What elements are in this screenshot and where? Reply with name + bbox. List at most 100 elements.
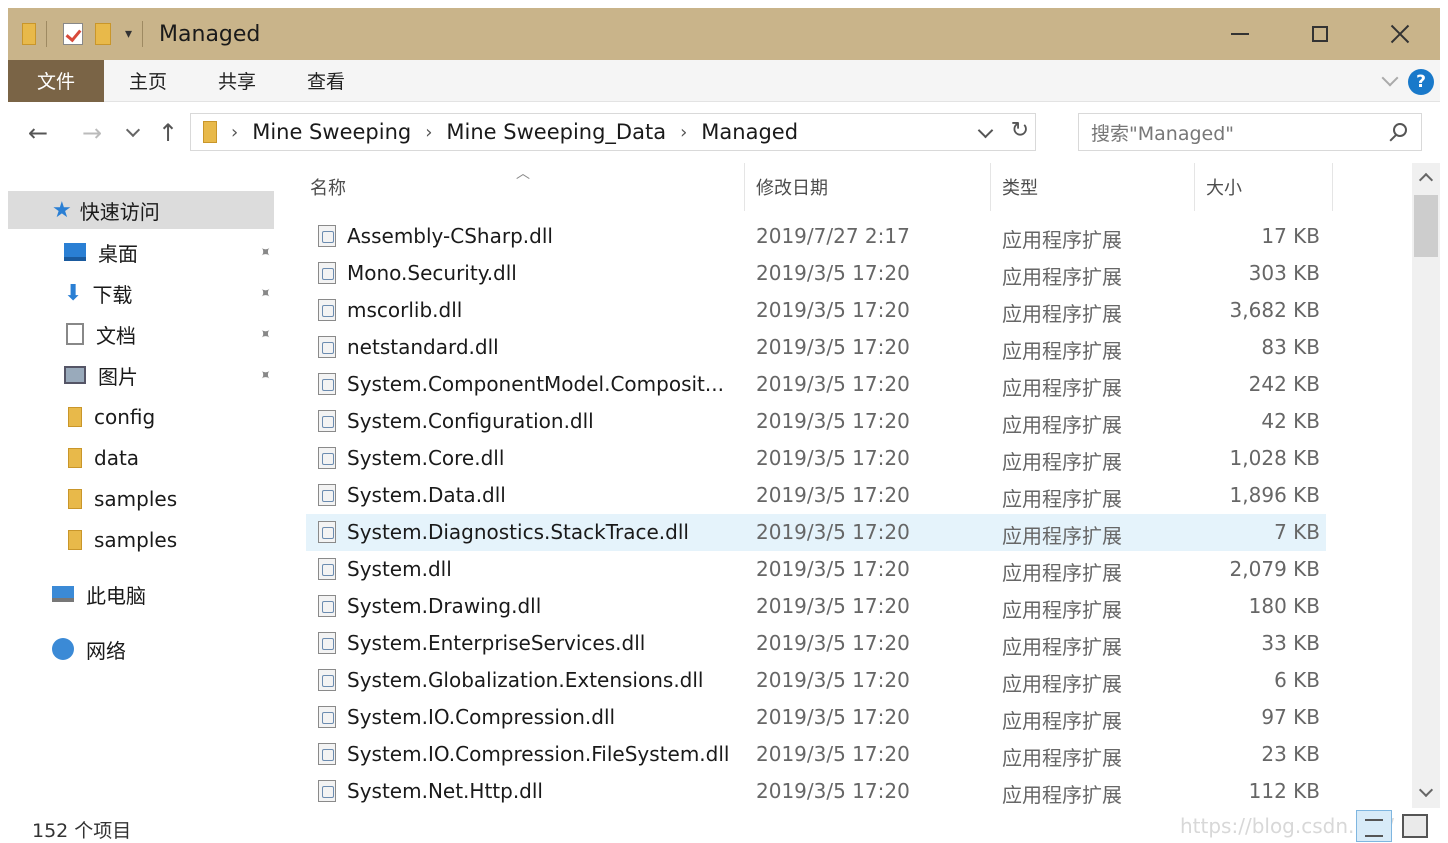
file-name: System.Net.Http.dll — [347, 779, 543, 803]
file-row[interactable]: System.Net.Http.dll 2019/3/5 17:20 应用程序扩展 1… — [306, 773, 1326, 808]
help-icon[interactable]: ? — [1408, 69, 1434, 95]
refresh-icon[interactable]: ↻ — [1011, 118, 1029, 143]
address-dropdown-icon[interactable] — [977, 122, 994, 139]
column-header-type[interactable]: 类型 — [1002, 163, 1038, 211]
maximize-button[interactable] — [1280, 8, 1360, 60]
network-icon — [52, 638, 74, 660]
pin-icon[interactable]: ✦ — [255, 241, 277, 263]
sidebar-item-pictures[interactable]: 图片 ✦ — [8, 356, 277, 394]
sidebar-item-network[interactable]: 网络 — [8, 630, 274, 668]
column-divider[interactable] — [744, 163, 745, 211]
sidebar-item-desktop[interactable]: 桌面 ✦ — [8, 233, 277, 271]
search-icon[interactable] — [1393, 123, 1407, 137]
file-type: 应用程序扩展 — [1002, 672, 1122, 696]
customize-quick-access-icon[interactable]: ▾ — [125, 26, 132, 42]
file-row[interactable]: System.IO.Compression.FileSystem.dll 2019… — [306, 736, 1326, 773]
file-row[interactable]: System.Globalization.Extensions.dll 2019/… — [306, 662, 1326, 699]
pin-icon[interactable]: ✦ — [255, 323, 277, 345]
details-view-icon[interactable] — [1356, 810, 1392, 842]
sidebar-item-data[interactable]: data — [8, 439, 274, 477]
file-date: 2019/3/5 17:20 — [756, 742, 910, 766]
close-icon — [1390, 24, 1410, 44]
file-size: 83 KB — [1261, 335, 1320, 359]
column-header-size[interactable]: 大小 — [1206, 163, 1242, 211]
scrollbar-thumb[interactable] — [1414, 195, 1438, 257]
forward-arrow-icon[interactable]: → — [82, 119, 102, 147]
dll-file-icon — [318, 706, 336, 728]
close-button[interactable] — [1360, 8, 1440, 60]
scroll-up-icon[interactable] — [1418, 172, 1434, 188]
sidebar-item-documents[interactable]: 文档 ✦ — [8, 315, 277, 353]
desktop-icon — [64, 243, 86, 261]
breadcrumb-item[interactable]: Mine Sweeping — [252, 120, 411, 144]
pin-icon[interactable]: ✦ — [255, 282, 277, 304]
sidebar-item-label: 桌面 — [98, 241, 138, 266]
tab-file[interactable]: 文件 — [8, 59, 104, 102]
file-row[interactable]: mscorlib.dll 2019/3/5 17:20 应用程序扩展 3,682 KB — [306, 292, 1326, 329]
up-arrow-icon[interactable]: ↑ — [158, 119, 178, 147]
tab-share[interactable]: 共享 — [192, 60, 282, 102]
file-row[interactable]: System.Diagnostics.StackTrace.dll 2019/3/… — [306, 514, 1326, 551]
file-row[interactable]: System.Data.dll 2019/3/5 17:20 应用程序扩展 1,896… — [306, 477, 1326, 514]
file-row[interactable]: netstandard.dll 2019/3/5 17:20 应用程序扩展 83 KB — [306, 329, 1326, 366]
dll-file-icon — [318, 558, 336, 580]
file-date: 2019/3/5 17:20 — [756, 705, 910, 729]
file-date: 2019/3/5 17:20 — [756, 446, 910, 470]
recent-locations-chevron-icon[interactable] — [125, 122, 141, 138]
file-row[interactable]: System.Configuration.dll 2019/3/5 17:20 应用… — [306, 403, 1326, 440]
file-row[interactable]: System.dll 2019/3/5 17:20 应用程序扩展 2,079 KB — [306, 551, 1326, 588]
file-date: 2019/3/5 17:20 — [756, 520, 910, 544]
sidebar-item-samples[interactable]: samples — [8, 521, 274, 559]
file-size: 1,028 KB — [1229, 446, 1320, 470]
file-row[interactable]: System.Drawing.dll 2019/3/5 17:20 应用程序扩展 18… — [306, 588, 1326, 625]
file-row[interactable]: System.IO.Compression.dll 2019/3/5 17:20 应… — [306, 699, 1326, 736]
file-name: System.Core.dll — [347, 446, 505, 470]
file-name: Assembly-CSharp.dll — [347, 224, 553, 248]
breadcrumb-item[interactable]: Mine Sweeping_Data — [446, 120, 666, 144]
back-arrow-icon[interactable]: ← — [28, 119, 48, 147]
file-date: 2019/3/5 17:20 — [756, 779, 910, 803]
pin-icon[interactable]: ✦ — [255, 364, 277, 386]
file-row[interactable]: Assembly-CSharp.dll 2019/7/27 2:17 应用程序扩展 1… — [306, 218, 1326, 255]
breadcrumb-separator-icon[interactable]: › — [231, 122, 238, 143]
sidebar-item-config[interactable]: config — [8, 398, 274, 436]
sidebar-item-downloads[interactable]: ⬇ 下载 ✦ — [8, 274, 277, 312]
expand-ribbon-icon[interactable] — [1381, 69, 1399, 87]
file-row[interactable]: System.EnterpriseServices.dll 2019/3/5 17… — [306, 625, 1326, 662]
column-header-name[interactable]: 名称 — [310, 163, 346, 211]
file-row[interactable]: System.ComponentModel.Composit... 2019/3/… — [306, 366, 1326, 403]
search-input[interactable]: 搜索"Managed" — [1078, 113, 1422, 151]
column-header-date[interactable]: 修改日期 — [756, 163, 828, 211]
dll-file-icon — [318, 299, 336, 321]
properties-icon[interactable] — [63, 23, 83, 45]
file-name: System.EnterpriseServices.dll — [347, 631, 646, 655]
large-icons-view-icon[interactable] — [1402, 814, 1428, 838]
new-folder-icon[interactable] — [95, 23, 111, 45]
minimize-button[interactable] — [1200, 8, 1280, 60]
file-type: 应用程序扩展 — [1002, 709, 1122, 733]
file-date: 2019/3/5 17:20 — [756, 594, 910, 618]
vertical-scrollbar[interactable] — [1412, 163, 1440, 808]
file-name: System.Drawing.dll — [347, 594, 542, 618]
file-date: 2019/3/5 17:20 — [756, 261, 910, 285]
dll-file-icon — [318, 521, 336, 543]
download-icon: ⬇ — [64, 280, 83, 306]
column-divider[interactable] — [990, 163, 991, 211]
dll-file-icon — [318, 336, 336, 358]
column-divider[interactable] — [1332, 163, 1333, 211]
sidebar-item-this-pc[interactable]: 此电脑 — [8, 575, 274, 613]
column-divider[interactable] — [1194, 163, 1195, 211]
breadcrumb-separator-icon[interactable]: › — [680, 122, 687, 143]
sidebar-item-quick-access[interactable]: ★ 快速访问 — [8, 191, 274, 229]
tab-view[interactable]: 查看 — [282, 60, 370, 102]
file-row[interactable]: System.Core.dll 2019/3/5 17:20 应用程序扩展 1,028… — [306, 440, 1326, 477]
file-row[interactable]: Mono.Security.dll 2019/3/5 17:20 应用程序扩展 303… — [306, 255, 1326, 292]
tab-home[interactable]: 主页 — [104, 60, 192, 102]
sidebar-item-label: 网络 — [86, 638, 126, 663]
breadcrumb-separator-icon[interactable]: › — [425, 122, 432, 143]
breadcrumb-item[interactable]: Managed — [701, 120, 798, 144]
sidebar-item-samples[interactable]: samples — [8, 480, 274, 518]
address-bar[interactable]: › Mine Sweeping › Mine Sweeping_Data › M… — [190, 113, 1036, 151]
scroll-down-icon[interactable] — [1418, 782, 1434, 798]
file-list: ︿ 名称 修改日期 类型 大小 Assembly-CSharp.dll 2019/… — [296, 163, 1408, 808]
